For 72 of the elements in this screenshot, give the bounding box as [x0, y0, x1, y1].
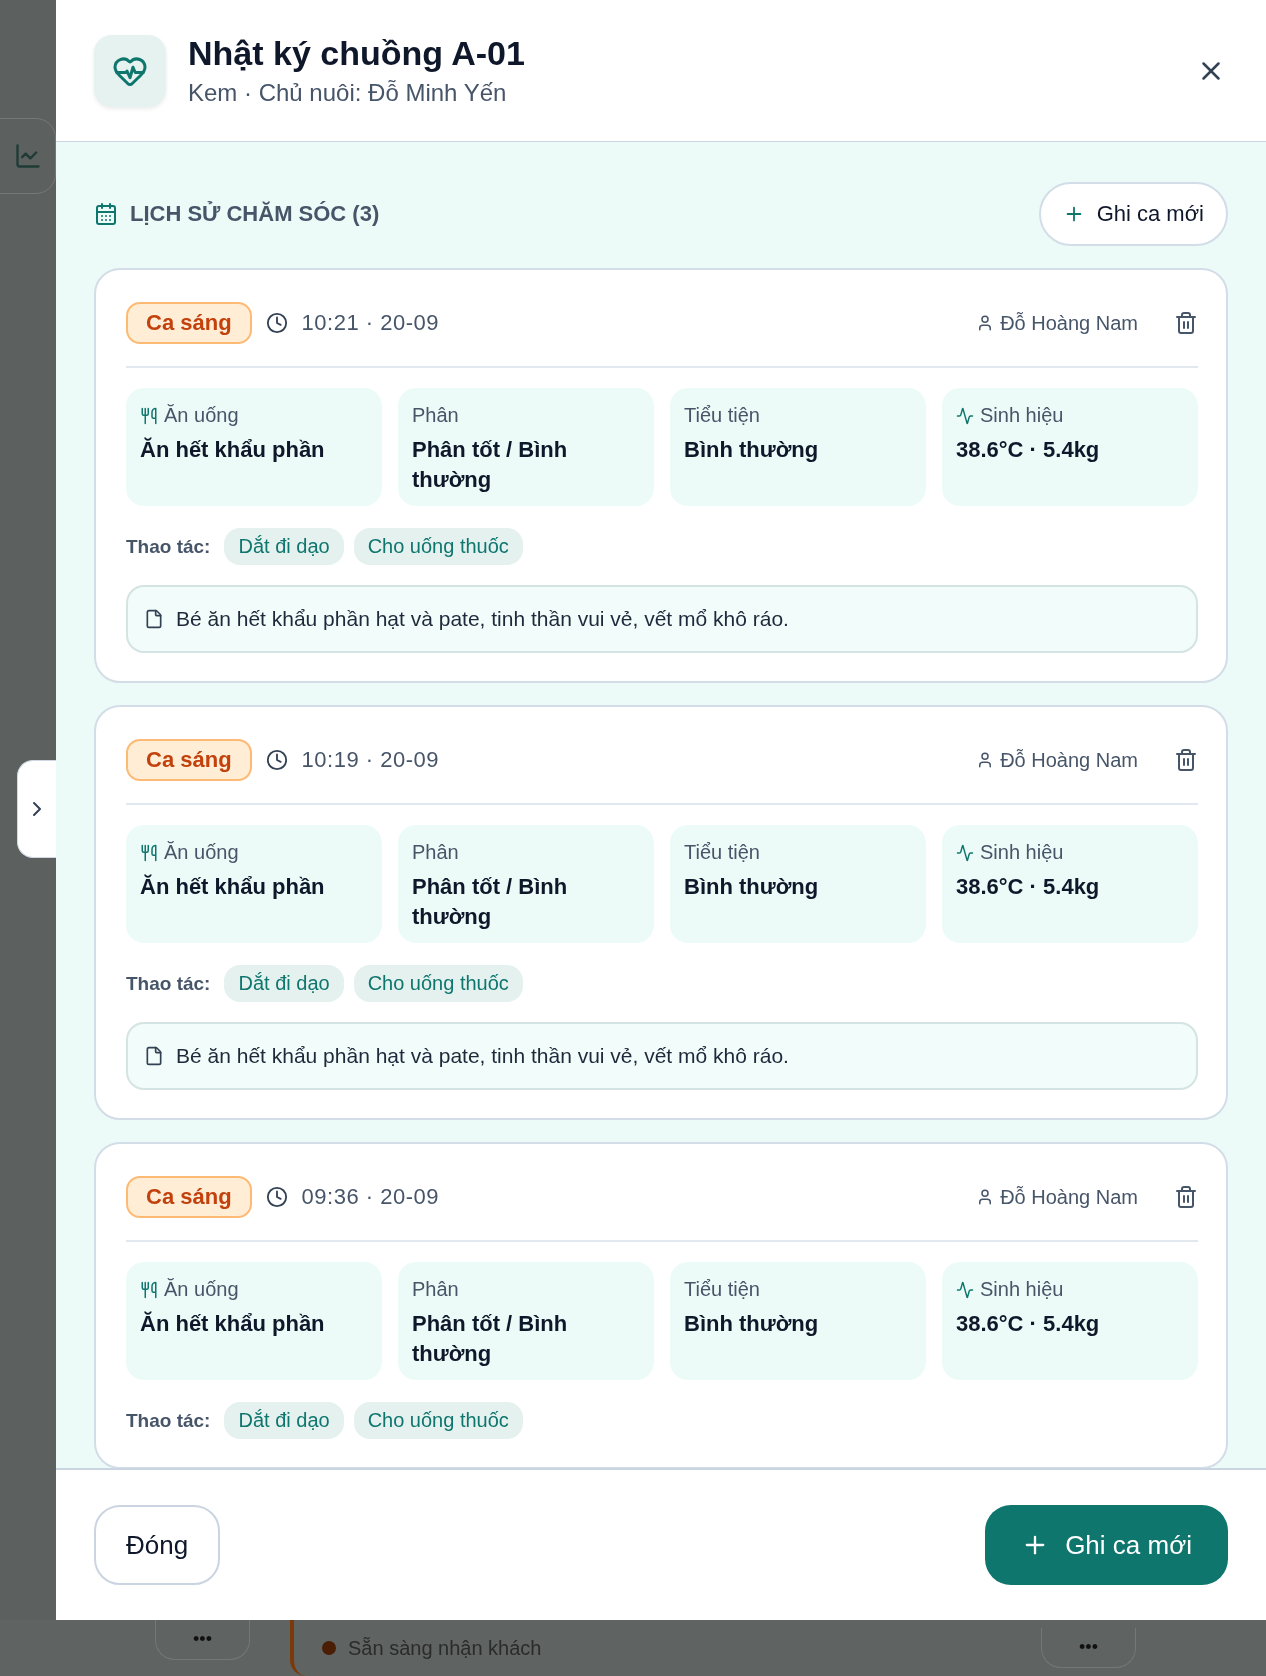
action-tag: Dắt đi dạo	[224, 528, 344, 565]
metric-label: Sinh hiệu	[980, 841, 1064, 864]
pulse-icon	[956, 843, 974, 862]
trash-icon	[1174, 748, 1198, 772]
shift-badge: Ca sáng	[126, 739, 252, 781]
shift-badge: Ca sáng	[126, 302, 252, 344]
shift-badge: Ca sáng	[126, 1176, 252, 1218]
action-tag: Dắt đi dạo	[224, 1402, 344, 1439]
action-tag: Cho uống thuốc	[353, 528, 523, 565]
clock-icon	[265, 1186, 288, 1208]
staff-name: Đỗ Hoàng Nam	[1000, 1185, 1138, 1209]
heart-pulse-icon	[94, 34, 166, 107]
metric-value: Phân tốt / Bình thường	[412, 1310, 569, 1368]
entry-time: 10:21 · 20-09	[301, 310, 439, 336]
metric-value: Ăn hết khẩu phần	[140, 1310, 326, 1338]
clock-icon	[265, 749, 288, 771]
utensils-icon	[140, 1280, 158, 1299]
metric-label: Sinh hiệu	[980, 404, 1064, 427]
dialog-title: Nhật ký chuồng A-01	[188, 34, 526, 73]
metric-label: Phân	[412, 841, 459, 864]
action-tag: Cho uống thuốc	[353, 965, 523, 1002]
more-button[interactable]: •••	[1041, 1628, 1136, 1668]
calendar-icon	[94, 202, 118, 226]
actions-label: Thao tác:	[126, 535, 211, 558]
action-tag: Cho uống thuốc	[353, 1402, 523, 1439]
metric-value: Bình thường	[684, 873, 820, 901]
actions-label: Thao tác:	[126, 972, 211, 995]
metric-label: Ăn uống	[164, 841, 239, 864]
metric-value: 38.6°C · 5.4kg	[956, 436, 1101, 464]
utensils-icon	[140, 406, 158, 425]
metric-value: 38.6°C · 5.4kg	[956, 873, 1101, 901]
metric-label: Phân	[412, 1278, 459, 1301]
metric-label: Phân	[412, 404, 459, 427]
metric-label: Tiểu tiện	[684, 404, 760, 427]
metric-label: Tiểu tiện	[684, 841, 760, 864]
note-text: Bé ăn hết khẩu phần hạt và pate, tinh thần vui vẻ, vết mổ khô ráo.	[176, 607, 789, 631]
metric-value: Bình thường	[684, 436, 820, 464]
section-title: LỊCH SỬ CHĂM SÓC (3)	[130, 201, 380, 227]
add-entry-button[interactable]: Ghi ca mới	[1038, 182, 1228, 246]
status-dot	[322, 1641, 336, 1655]
actions-label: Thao tác:	[126, 1409, 211, 1432]
metric-label: Sinh hiệu	[980, 1278, 1064, 1301]
close-dialog-button[interactable]: Đóng	[94, 1505, 221, 1585]
note-text: Bé ăn hết khẩu phần hạt và pate, tinh thần vui vẻ, vết mổ khô ráo.	[176, 1044, 789, 1068]
metric-value: Ăn hết khẩu phần	[140, 873, 326, 901]
document-icon	[144, 609, 164, 629]
metric-value: Phân tốt / Bình thường	[412, 436, 569, 494]
trash-icon	[1174, 311, 1198, 335]
clock-icon	[265, 312, 288, 334]
add-entry-primary-button[interactable]: Ghi ca mới	[985, 1505, 1228, 1585]
metric-label: Ăn uống	[164, 1278, 239, 1301]
trash-icon	[1174, 1185, 1198, 1209]
expand-tab[interactable]	[17, 760, 56, 858]
document-icon	[144, 1046, 164, 1066]
metric-value: 38.6°C · 5.4kg	[956, 1310, 1101, 1338]
more-button[interactable]: •••	[155, 1620, 250, 1660]
metric-label: Ăn uống	[164, 404, 239, 427]
metric-value: Ăn hết khẩu phần	[140, 436, 326, 464]
entry-time: 09:36 · 20-09	[301, 1184, 439, 1210]
staff-name: Đỗ Hoàng Nam	[1000, 748, 1138, 772]
staff-name: Đỗ Hoàng Nam	[1000, 311, 1138, 335]
metric-label: Tiểu tiện	[684, 1278, 760, 1301]
action-tag: Dắt đi dạo	[224, 965, 344, 1002]
metric-value: Bình thường	[684, 1310, 820, 1338]
dialog-subtitle: Kem · Chủ nuôi: Đỗ Minh Yến	[188, 79, 508, 107]
entry-time: 10:19 · 20-09	[301, 747, 439, 773]
utensils-icon	[140, 843, 158, 862]
chart-icon	[14, 142, 42, 170]
metric-value: Phân tốt / Bình thường	[412, 873, 569, 931]
pulse-icon	[956, 1280, 974, 1299]
status-text: Sẵn sàng nhận khách	[348, 1636, 542, 1660]
pulse-icon	[956, 406, 974, 425]
